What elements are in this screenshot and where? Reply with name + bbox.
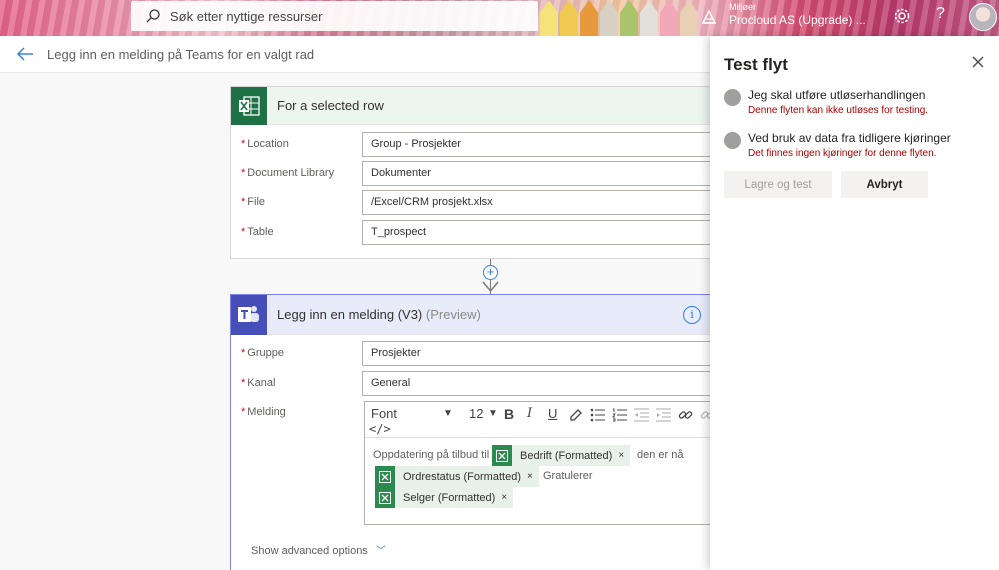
option-manual-trigger-label: Jeg skal utføre utløserhandlingen xyxy=(748,88,926,102)
file-field[interactable]: /Excel/CRM prosjekt.xlsx xyxy=(362,190,722,215)
chevron-down-icon: ﹀ xyxy=(375,546,386,557)
editor-toolbar: Font ▼ 12 ▼ B I U </> xyxy=(365,402,721,438)
arrow-down-icon xyxy=(482,281,499,293)
gruppe-label: Gruppe xyxy=(247,347,284,359)
action-card: Legg inn en melding (V3) (Preview) i * Gr… xyxy=(230,294,722,570)
field-row-file: * File xyxy=(241,196,266,208)
message-text-3: Gratulerer xyxy=(543,470,593,482)
bullet-list-icon[interactable] xyxy=(590,408,605,422)
field-row-document-library: * Document Library xyxy=(241,167,335,179)
underline-icon[interactable]: U xyxy=(548,406,557,421)
file-label: File xyxy=(247,196,266,208)
trigger-card-header[interactable]: For a selected row xyxy=(231,86,719,125)
excel-token-icon xyxy=(492,445,512,466)
font-size-select[interactable]: 12 xyxy=(469,406,483,421)
link-icon[interactable] xyxy=(678,408,693,422)
excel-token-icon xyxy=(375,487,395,508)
message-text-1: Oppdatering på tilbud til xyxy=(373,449,490,461)
top-bar: Søk etter nyttige ressurser Miljøer Proc… xyxy=(0,0,999,36)
panel-title: Test flyt xyxy=(724,55,788,74)
kanal-label: Kanal xyxy=(247,377,276,389)
search-box[interactable]: Søk etter nyttige ressurser xyxy=(131,1,538,31)
font-dropdown-icon[interactable]: ▼ xyxy=(443,408,453,419)
italic-icon[interactable]: I xyxy=(527,406,532,421)
bold-icon[interactable]: B xyxy=(504,406,514,422)
message-editor[interactable]: Font ▼ 12 ▼ B I U </> Oppdatering på til… xyxy=(364,401,722,525)
kanal-field[interactable]: General xyxy=(362,371,722,396)
field-row-table: * Table xyxy=(241,226,274,238)
font-select[interactable]: Font xyxy=(371,406,397,421)
location-field[interactable]: Group - Prosjekter xyxy=(362,132,722,157)
action-card-title: Legg inn en melding (V3) xyxy=(277,307,423,322)
option-previous-runs-error: Det finnes ingen kjøringer for denne fly… xyxy=(748,148,937,159)
melding-label: Melding xyxy=(247,406,286,418)
environment-name: Procloud AS (Upgrade) ... xyxy=(729,13,866,27)
preview-badge: (Preview) xyxy=(425,307,481,322)
table-label: Table xyxy=(247,226,274,238)
remove-token-icon[interactable]: × xyxy=(618,450,630,461)
search-placeholder: Søk etter nyttige ressurser xyxy=(170,8,323,24)
token-label: Ordrestatus (Formatted) xyxy=(403,470,521,483)
token-bedrift[interactable]: Bedrift (Formatted) × xyxy=(492,445,631,466)
cancel-button[interactable]: Avbryt xyxy=(841,171,928,198)
add-step-icon[interactable]: + xyxy=(483,265,498,280)
token-ordrestatus[interactable]: Ordrestatus (Formatted) × xyxy=(375,466,539,487)
field-row-gruppe: * Gruppe xyxy=(241,347,284,359)
table-field[interactable]: T_prospect xyxy=(362,220,722,245)
document-library-field[interactable]: Dokumenter xyxy=(362,161,722,186)
remove-token-icon[interactable]: × xyxy=(527,471,539,482)
code-view-icon[interactable]: </> xyxy=(369,422,391,436)
gear-icon[interactable] xyxy=(893,7,911,25)
token-label: Selger (Formatted) xyxy=(403,491,496,504)
message-text-2: den er nå xyxy=(637,449,684,461)
trigger-card: For a selected row * Location Group - Pro… xyxy=(230,86,722,259)
environment-picker[interactable]: Miljøer Procloud AS (Upgrade) ... xyxy=(729,2,866,28)
environment-label: Miljøer xyxy=(729,2,756,12)
token-selger[interactable]: Selger (Formatted) × xyxy=(375,487,514,508)
field-row-kanal: * Kanal xyxy=(241,377,276,389)
trigger-card-title: For a selected row xyxy=(277,98,384,113)
size-dropdown-icon[interactable]: ▼ xyxy=(488,408,498,419)
action-card-header[interactable]: Legg inn en melding (V3) (Preview) i xyxy=(231,294,719,335)
option-previous-runs-label: Ved bruk av data fra tidligere kjøringer xyxy=(748,131,951,145)
excel-icon xyxy=(231,86,267,125)
help-icon[interactable]: ? xyxy=(936,5,945,23)
excel-token-icon xyxy=(375,466,395,487)
option-manual-trigger-error: Denne flyten kan ikke utløses for testin… xyxy=(748,105,929,116)
avatar[interactable] xyxy=(969,3,997,31)
info-icon[interactable]: i xyxy=(683,306,701,324)
banner-crayons xyxy=(540,0,700,36)
radio-manual-trigger[interactable] xyxy=(724,89,741,106)
save-and-test-button[interactable]: Lagre og test xyxy=(724,171,832,198)
field-row-location: * Location xyxy=(241,138,289,150)
document-library-label: Document Library xyxy=(247,167,335,179)
show-advanced-options[interactable]: Show advanced options ﹀ xyxy=(251,542,386,557)
field-row-melding: * Melding xyxy=(241,406,286,418)
decrease-indent-icon[interactable] xyxy=(634,408,649,422)
numbered-list-icon[interactable] xyxy=(612,408,627,422)
location-label: Location xyxy=(247,138,289,150)
environment-icon[interactable] xyxy=(700,8,718,26)
token-label: Bedrift (Formatted) xyxy=(520,449,613,462)
flow-title: Legg inn en melding på Teams for en valg… xyxy=(47,47,315,62)
remove-token-icon[interactable]: × xyxy=(501,492,513,503)
test-flow-panel: Test flyt Jeg skal utføre utløserhandlin… xyxy=(710,36,999,570)
advanced-label: Show advanced options xyxy=(251,545,368,557)
radio-previous-runs[interactable] xyxy=(724,132,741,149)
search-icon xyxy=(146,9,160,23)
highlight-icon[interactable] xyxy=(569,408,583,422)
gruppe-field[interactable]: Prosjekter xyxy=(362,341,722,366)
back-arrow-icon[interactable] xyxy=(16,45,34,63)
close-icon[interactable] xyxy=(972,56,984,68)
teams-icon xyxy=(231,294,267,335)
increase-indent-icon[interactable] xyxy=(656,408,671,422)
